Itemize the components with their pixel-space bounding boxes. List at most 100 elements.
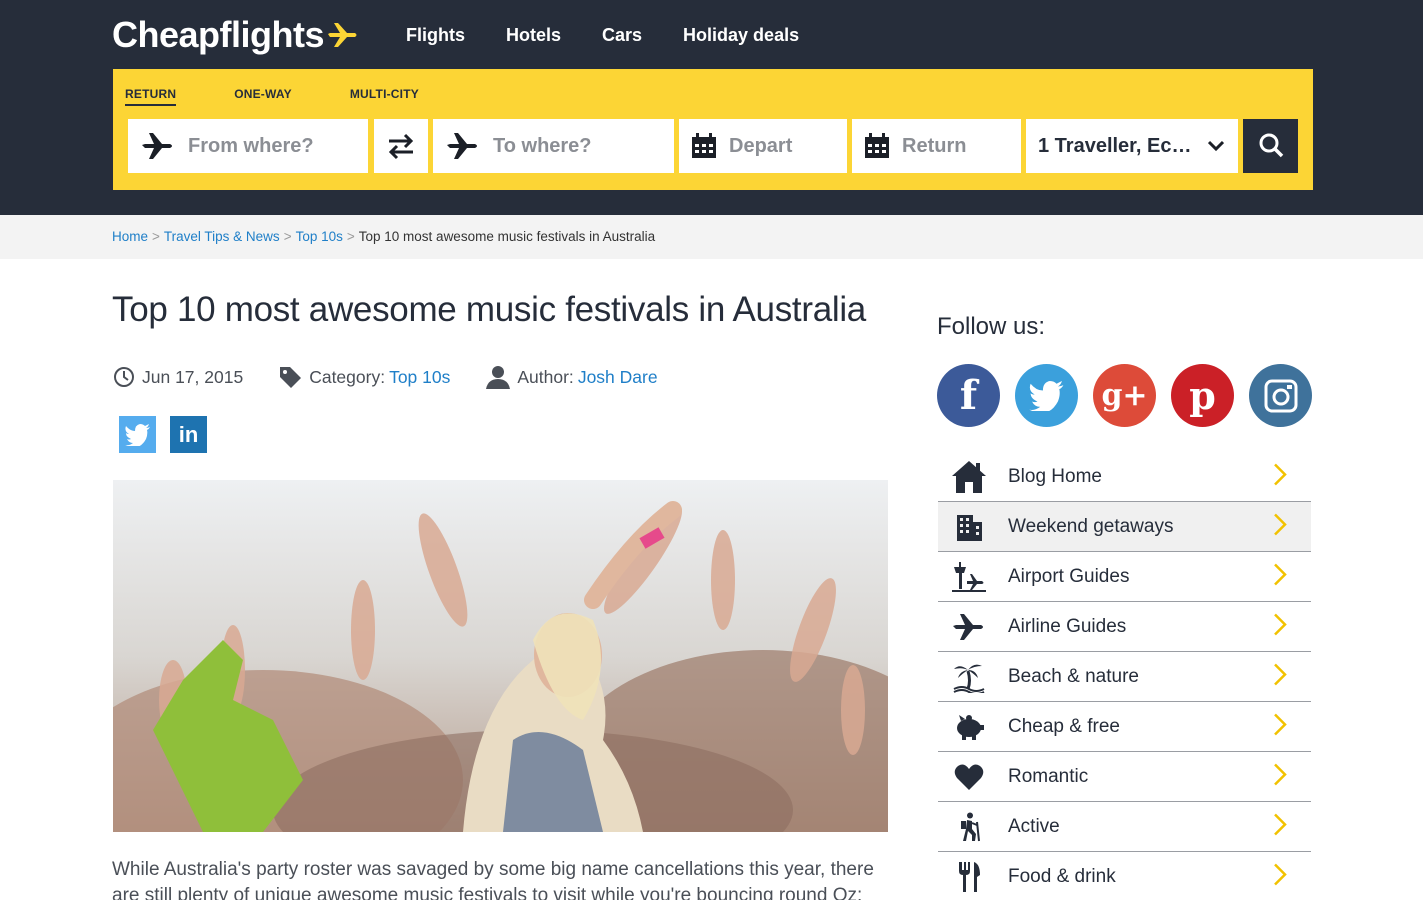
article-meta: Jun 17, 2015 Category: Top 10s Author: J…	[113, 365, 694, 389]
google-plus-icon: g+	[1101, 378, 1148, 413]
to-field[interactable]: To where?	[433, 119, 674, 173]
menu-item-active[interactable]: Active	[938, 802, 1311, 852]
follow-us-title: Follow us:	[937, 313, 1046, 340]
tab-one-way[interactable]: ONE-WAY	[234, 87, 292, 106]
menu-item-beach-nature[interactable]: Beach & nature	[938, 652, 1311, 702]
menu-item-cheap-free[interactable]: Cheap & free	[938, 702, 1311, 752]
instagram-link[interactable]	[1249, 364, 1312, 427]
calendar-icon	[852, 133, 902, 159]
menu-item-label: Romantic	[1008, 765, 1089, 787]
menu-item-label: Active	[1008, 815, 1060, 837]
pinterest-link[interactable]: p	[1171, 364, 1234, 427]
trip-type-tabs: RETURN ONE-WAY MULTI-CITY	[125, 87, 477, 106]
menu-item-airport-guides[interactable]: Airport Guides	[938, 552, 1311, 602]
fork-knife-icon	[938, 861, 998, 893]
breadcrumb-home[interactable]: Home	[112, 229, 148, 244]
breadcrumb-top10s[interactable]: Top 10s	[296, 229, 343, 244]
article-author: Author: Josh Dare	[486, 365, 658, 389]
twitter-icon	[1028, 380, 1063, 411]
article-title: Top 10 most awesome music festivals in A…	[112, 290, 866, 329]
breadcrumb-separator: >	[346, 229, 355, 244]
plane-icon	[938, 613, 998, 641]
house-icon	[938, 460, 998, 494]
twitter-link[interactable]	[1015, 364, 1078, 427]
facebook-link[interactable]: f	[937, 364, 1000, 427]
from-field[interactable]: From where?	[128, 119, 368, 173]
swap-button[interactable]	[374, 119, 428, 173]
menu-item-weekend-getaways[interactable]: Weekend getaways	[938, 502, 1311, 552]
chevron-right-icon	[1273, 612, 1287, 641]
menu-item-label: Beach & nature	[1008, 665, 1139, 687]
search-button[interactable]	[1243, 119, 1298, 173]
flight-search-box: RETURN ONE-WAY MULTI-CITY From where? To…	[113, 69, 1313, 190]
tab-return[interactable]: RETURN	[125, 87, 177, 106]
hiker-icon	[938, 812, 998, 842]
chevron-right-icon	[1273, 562, 1287, 591]
chevron-right-icon	[1273, 463, 1287, 492]
tab-multi-city[interactable]: MULTI-CITY	[350, 87, 419, 106]
nav-hotels[interactable]: Hotels	[506, 22, 561, 48]
site-logo[interactable]: Cheapflights	[112, 14, 358, 56]
calendar-icon	[679, 133, 729, 159]
nav-holiday-deals[interactable]: Holiday deals	[683, 22, 799, 48]
control-tower-icon	[938, 561, 998, 593]
menu-item-label: Cheap & free	[1008, 715, 1120, 737]
piggy-bank-icon	[938, 713, 998, 741]
chevron-right-icon	[1273, 862, 1287, 891]
travellers-select[interactable]: 1 Traveller, Economy	[1026, 119, 1238, 173]
nav-cars[interactable]: Cars	[602, 22, 642, 48]
google-plus-link[interactable]: g+	[1093, 364, 1156, 427]
palm-tree-icon	[938, 661, 998, 693]
share-linkedin-button[interactable]: in	[170, 416, 207, 453]
menu-item-blog-home[interactable]: Blog Home	[938, 453, 1311, 502]
heart-icon	[938, 763, 998, 791]
depart-date-field[interactable]: Depart	[679, 119, 847, 173]
return-placeholder: Return	[902, 134, 967, 157]
chevron-right-icon	[1273, 762, 1287, 791]
article-category: Category: Top 10s	[279, 366, 450, 389]
article-intro: While Australia's party roster was savag…	[112, 859, 874, 900]
breadcrumb-current: Top 10 most awesome music festivals in A…	[358, 229, 656, 244]
linkedin-icon: in	[178, 421, 199, 447]
article-hero-image	[113, 480, 888, 832]
logo-plane-icon	[328, 23, 357, 47]
menu-item-label: Food & drink	[1008, 865, 1116, 887]
to-placeholder: To where?	[493, 134, 592, 157]
share-twitter-button[interactable]	[119, 416, 156, 453]
chevron-right-icon	[1273, 712, 1287, 741]
date-text: Jun 17, 2015	[142, 366, 244, 387]
breadcrumb-travel-tips[interactable]: Travel Tips & News	[164, 229, 280, 244]
depart-placeholder: Depart	[729, 134, 793, 157]
share-buttons: in	[119, 416, 207, 453]
category-link[interactable]: Top 10s	[389, 367, 450, 388]
social-links: f g+ p	[937, 364, 1312, 427]
clock-icon	[114, 367, 134, 387]
travellers-value: 1 Traveller, Economy	[1038, 134, 1203, 157]
blog-category-menu: Blog Home Weekend getaways Airport Guide…	[938, 453, 1311, 900]
search-icon	[1258, 132, 1284, 161]
plane-icon	[433, 132, 493, 160]
nav-flights[interactable]: Flights	[406, 22, 465, 48]
breadcrumb: Home > Travel Tips & News > Top 10s > To…	[112, 229, 655, 244]
main-nav: Flights Hotels Cars Holiday deals	[406, 22, 840, 48]
category-label: Category:	[309, 366, 386, 387]
menu-item-label: Airline Guides	[1008, 615, 1127, 637]
chevron-right-icon	[1273, 812, 1287, 841]
buildings-icon	[938, 512, 998, 542]
menu-item-label: Weekend getaways	[1008, 515, 1174, 537]
tag-icon	[280, 366, 302, 388]
chevron-right-icon	[1273, 662, 1287, 691]
from-placeholder: From where?	[188, 134, 314, 157]
menu-item-airline-guides[interactable]: Airline Guides	[938, 602, 1311, 652]
instagram-icon	[1264, 379, 1297, 412]
user-icon	[486, 366, 511, 389]
logo-text: Cheapflights	[112, 14, 325, 55]
chevron-down-icon	[1207, 135, 1225, 158]
return-date-field[interactable]: Return	[852, 119, 1021, 173]
menu-item-food-drink[interactable]: Food & drink	[938, 852, 1311, 900]
menu-item-romantic[interactable]: Romantic	[938, 752, 1311, 802]
pinterest-icon: p	[1189, 373, 1216, 418]
author-link[interactable]: Josh Dare	[578, 367, 658, 388]
twitter-icon	[124, 423, 150, 446]
breadcrumb-separator: >	[283, 229, 292, 244]
